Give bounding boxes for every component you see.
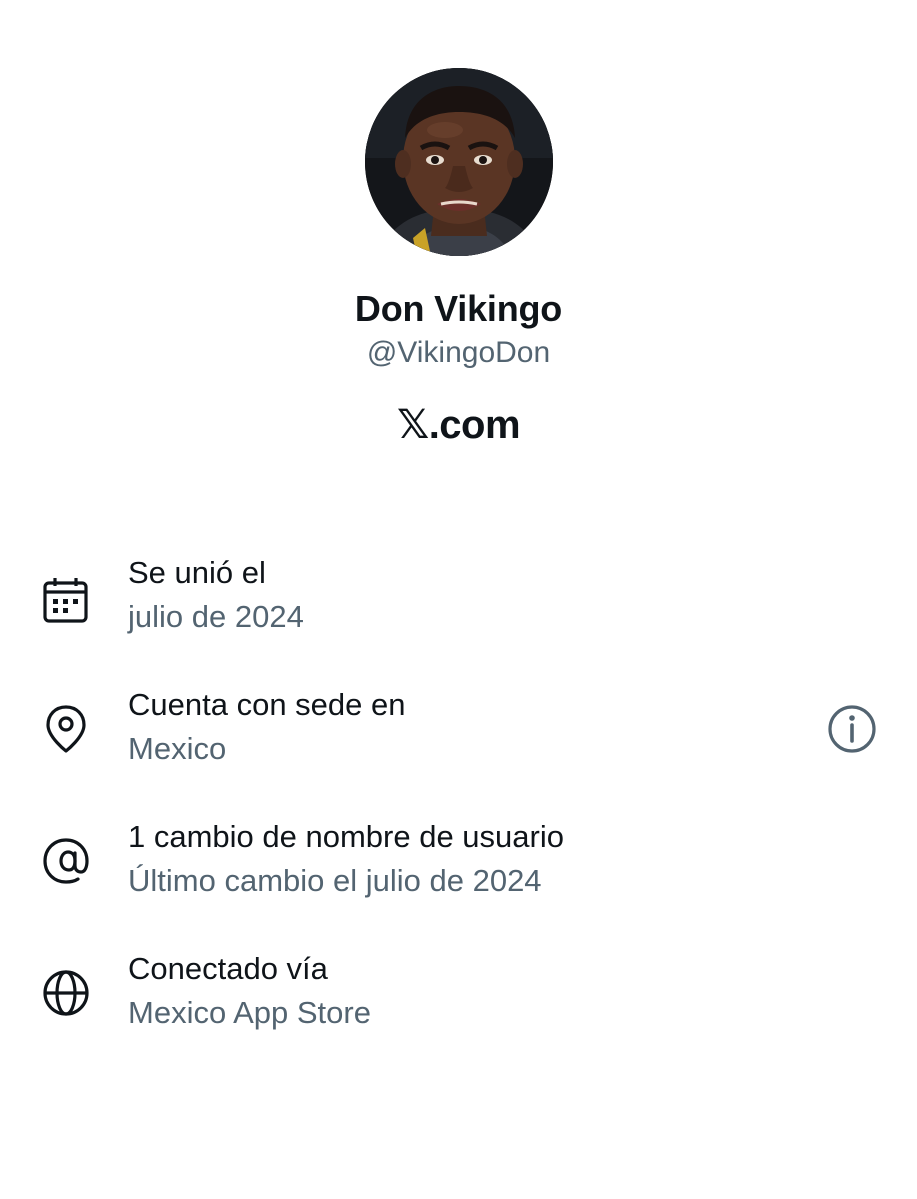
connected-via-row: Conectado vía Mexico App Store xyxy=(0,951,917,1051)
avatar-image xyxy=(365,68,553,256)
username-handle[interactable]: @VikingoDon xyxy=(0,336,917,370)
calendar-icon xyxy=(43,578,88,623)
x-com-logo: 𝕏.com xyxy=(0,402,917,448)
x-com-label: .com xyxy=(428,403,521,447)
joined-date-row: Se unió el julio de 2024 xyxy=(0,555,917,655)
username-change-row: 1 cambio de nombre de usuario Último cam… xyxy=(0,819,917,919)
info-icon[interactable] xyxy=(826,703,878,755)
avatar[interactable] xyxy=(365,68,553,256)
username-change-value: Último cambio el julio de 2024 xyxy=(128,863,542,898)
joined-value: julio de 2024 xyxy=(128,599,304,634)
display-name: Don Vikingo xyxy=(354,288,563,329)
account-location-row: Cuenta con sede en Mexico xyxy=(0,687,917,787)
connected-via-title: Conectado vía xyxy=(128,951,328,986)
globe-icon xyxy=(43,970,89,1016)
connected-via-value: Mexico App Store xyxy=(128,995,371,1030)
location-pin-icon xyxy=(46,705,86,753)
at-sign-icon xyxy=(43,838,89,884)
joined-title: Se unió el xyxy=(128,555,266,590)
location-value: Mexico xyxy=(128,731,227,766)
location-title: Cuenta con sede en xyxy=(128,687,406,722)
x-logo-icon: 𝕏 xyxy=(396,402,429,448)
username-change-title: 1 cambio de nombre de usuario xyxy=(128,819,564,854)
